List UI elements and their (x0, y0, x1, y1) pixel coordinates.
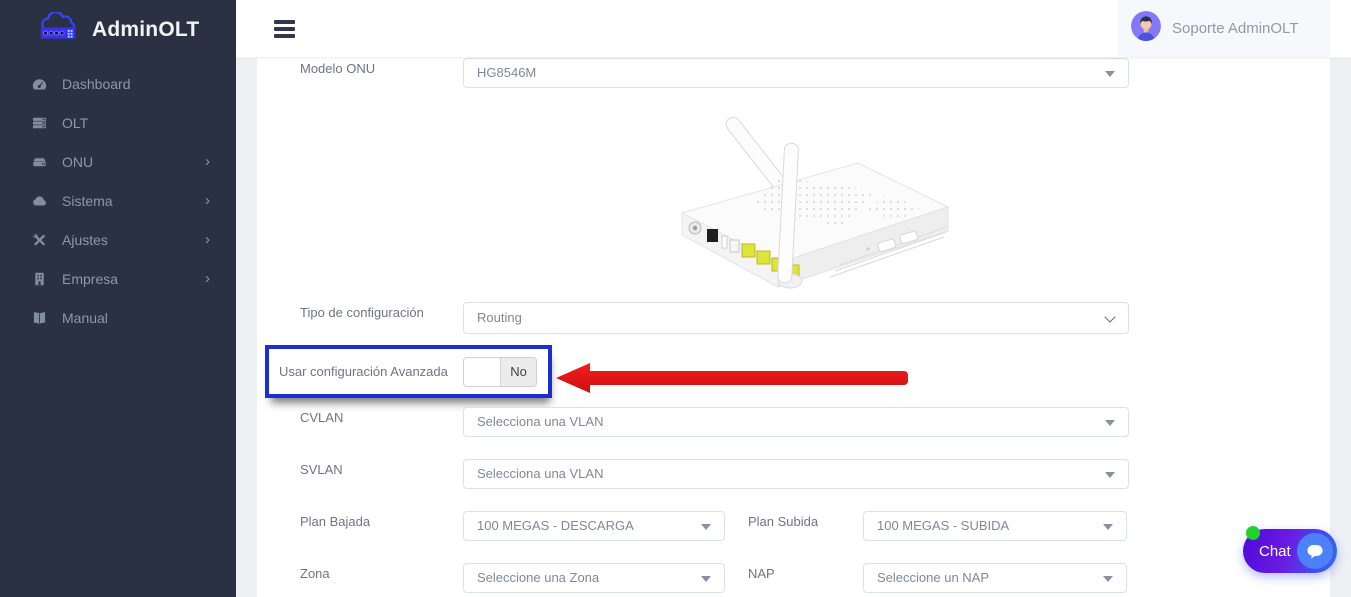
svlan-select[interactable]: Selecciona una VLAN (463, 459, 1129, 489)
sidebar-item-sistema[interactable]: Sistema › (0, 181, 236, 220)
dropdown-arrow-icon (701, 524, 711, 530)
select-chevron-icon (1104, 311, 1115, 322)
online-status-dot (1246, 526, 1260, 540)
plan-subida-select[interactable]: 100 MEGAS - SUBIDA (863, 511, 1127, 541)
user-menu[interactable]: Soporte AdminOLT (1118, 0, 1330, 57)
sidebar-item-onu[interactable]: ONU › (0, 142, 236, 181)
plan-subida-label: Plan Subida (748, 514, 818, 529)
topbar: Soporte AdminOLT (236, 0, 1351, 58)
cvlan-label: CVLAN (300, 410, 343, 425)
sidebar-item-ajustes[interactable]: Ajustes › (0, 220, 236, 259)
sidebar-item-label: Empresa (62, 271, 205, 287)
toggle-knob (464, 358, 501, 386)
plan-bajada-select[interactable]: 100 MEGAS - DESCARGA (463, 511, 725, 541)
book-icon (30, 310, 48, 326)
dashboard-gauge-icon (30, 76, 48, 92)
avatar (1131, 11, 1161, 46)
chevron-right-icon: › (205, 154, 210, 169)
chat-bubble-icon (1297, 533, 1333, 569)
dropdown-arrow-icon (1103, 576, 1113, 582)
sidebar-nav: Dashboard OLT ONU › Sistema › Aj (0, 64, 236, 337)
olt-server-icon (30, 115, 48, 131)
sidebar-item-label: Manual (62, 310, 210, 326)
onu-product-image (630, 95, 960, 305)
onu-device-icon (30, 154, 48, 170)
usar-config-avanzada-toggle[interactable]: No (463, 357, 537, 387)
annotation-arrow-icon (554, 360, 912, 401)
dropdown-arrow-icon (1105, 472, 1115, 478)
chevron-right-icon: › (205, 271, 210, 286)
sidebar: AdminOLT Dashboard OLT ONU › Sistema (0, 0, 236, 597)
chevron-right-icon: › (205, 232, 210, 247)
dropdown-arrow-icon (701, 576, 711, 582)
dropdown-arrow-icon (1105, 71, 1115, 77)
annotation-highlight-box: Usar configuración Avanzada No (265, 345, 552, 398)
nap-label: NAP (748, 566, 775, 581)
user-name: Soporte AdminOLT (1172, 20, 1298, 37)
sidebar-item-label: Dashboard (62, 76, 210, 92)
sidebar-item-label: Ajustes (62, 232, 205, 248)
cvlan-select[interactable]: Selecciona una VLAN (463, 407, 1129, 437)
sidebar-item-olt[interactable]: OLT (0, 103, 236, 142)
zona-label: Zona (300, 566, 330, 581)
chat-button[interactable]: Chat (1243, 529, 1337, 573)
onu-config-form: Modelo ONU HG8546M (257, 57, 1330, 597)
sidebar-item-label: OLT (62, 115, 210, 131)
cloud-icon (30, 193, 48, 209)
usar-config-avanzada-label: Usar configuración Avanzada (279, 364, 448, 379)
brand-name: AdminOLT (92, 18, 199, 42)
sidebar-item-empresa[interactable]: Empresa › (0, 259, 236, 298)
brand-cloud-olt-icon (36, 12, 86, 49)
brand-logo[interactable]: AdminOLT (0, 0, 236, 60)
chevron-right-icon: › (205, 193, 210, 208)
dropdown-arrow-icon (1105, 420, 1115, 426)
sidebar-item-label: Sistema (62, 193, 205, 209)
sidebar-item-label: ONU (62, 154, 205, 170)
chat-label: Chat (1259, 543, 1291, 560)
zona-select[interactable]: Seleccione una Zona (463, 563, 725, 593)
building-icon (30, 271, 48, 287)
plan-bajada-label: Plan Bajada (300, 514, 370, 529)
tools-icon (30, 232, 48, 248)
nap-select[interactable]: Seleccione un NAP (863, 563, 1127, 593)
tipo-configuracion-select[interactable]: Routing (463, 302, 1129, 334)
sidebar-item-manual[interactable]: Manual (0, 298, 236, 337)
tipo-configuracion-label: Tipo de configuración (300, 305, 424, 320)
svlan-label: SVLAN (300, 462, 343, 477)
modelo-onu-select[interactable]: HG8546M (463, 58, 1129, 88)
modelo-onu-label: Modelo ONU (300, 61, 375, 76)
sidebar-item-dashboard[interactable]: Dashboard (0, 64, 236, 103)
dropdown-arrow-icon (1103, 524, 1113, 530)
menu-toggle-hamburger-icon[interactable] (274, 20, 295, 41)
toggle-state-label: No (501, 358, 536, 386)
